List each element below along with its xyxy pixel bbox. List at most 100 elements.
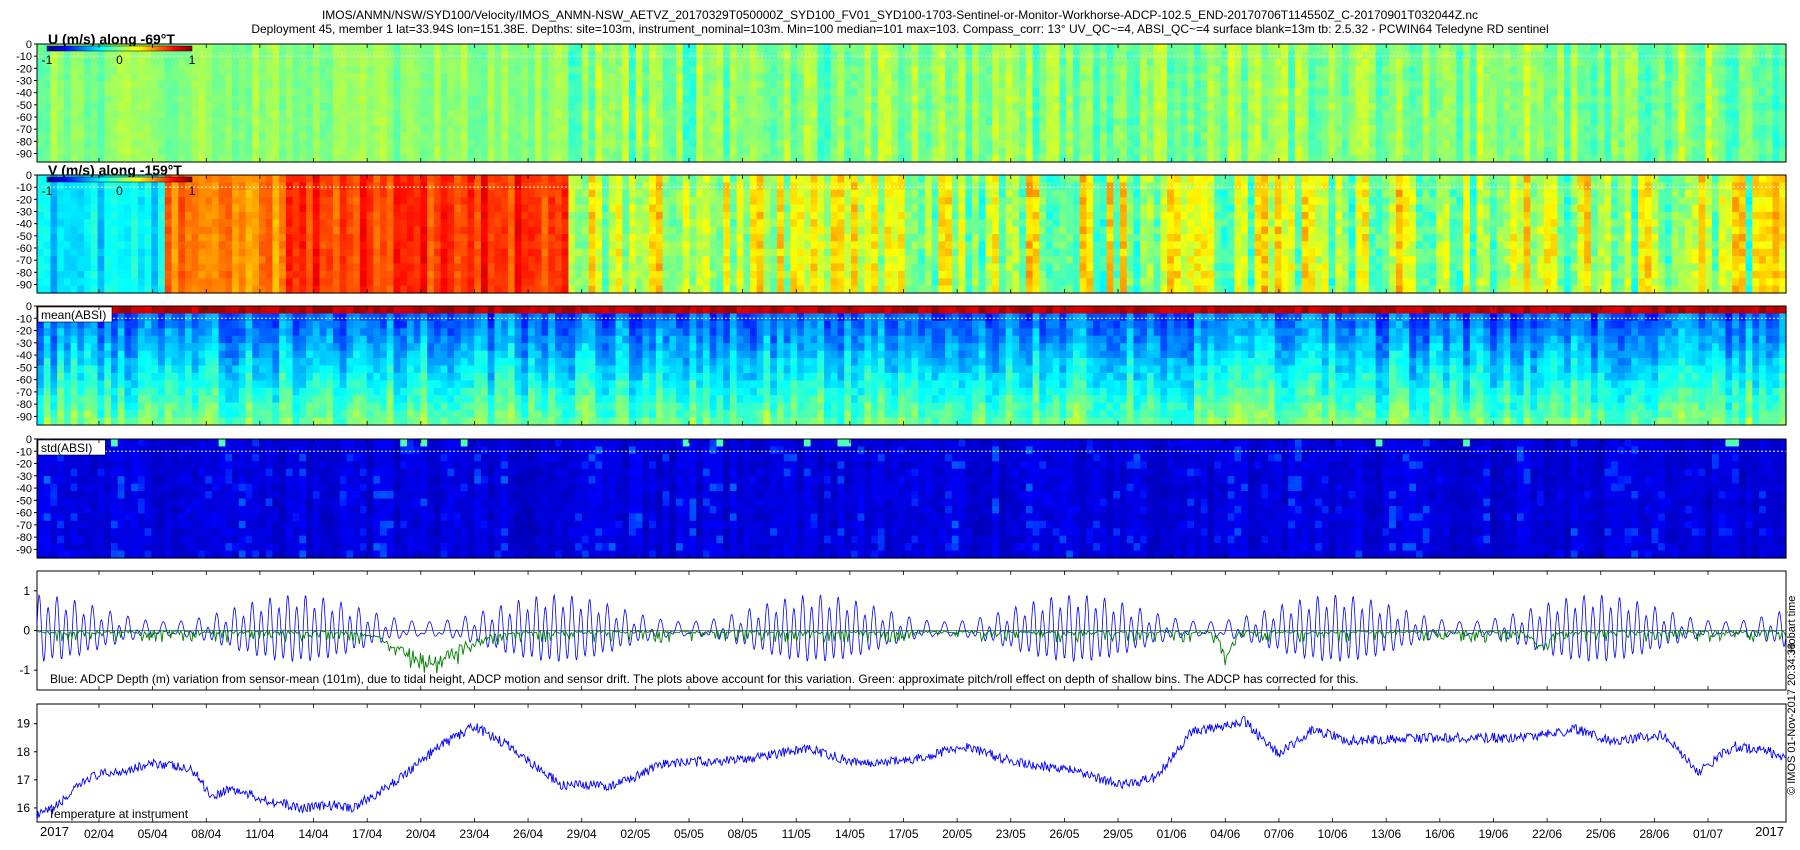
heat-cell [1705,51,1713,60]
heat-cell [326,175,334,183]
heat-cell [205,256,213,265]
heat-cell [63,125,72,134]
heat-cell [844,117,852,126]
heat-cell [1543,88,1552,97]
heat-cell [1254,147,1262,156]
heat-cell [998,88,1007,97]
heat-cell [1079,147,1087,156]
heat-cell [218,175,226,183]
heat-cell [1402,110,1410,119]
heat-cell [198,51,206,60]
heat-cell [50,117,58,126]
heat-cell [554,66,563,75]
heat-cell [1241,125,1249,134]
heat-cell [1254,132,1262,141]
heat-cell [911,110,919,119]
heat-cell [151,278,159,287]
heat-cell [837,51,845,60]
heat-cell [1523,103,1531,111]
heat-cell [884,80,892,89]
heat-cell [1523,66,1531,75]
heat-cell [467,139,475,148]
heat-cell [1685,110,1693,119]
heat-cell [299,241,307,250]
heat-cell [898,80,906,89]
heat-cell [380,147,388,156]
heat-cell [77,51,85,60]
heat-cell [104,182,112,191]
heat-cell [1611,80,1619,89]
heat-cell [1422,58,1431,67]
heat-cell [729,103,738,111]
heat-cell [1550,44,1558,52]
heat-cell [494,132,502,141]
heat-cell [1638,66,1646,75]
heat-cell [1577,139,1585,148]
heat-cell [265,211,274,220]
heat-cell [1133,44,1141,52]
heat-cell [622,58,630,67]
heat-cell [1099,110,1108,119]
heat-cell [649,132,657,141]
heat-cell [1214,117,1222,126]
heat-cell [380,80,388,89]
heat-cell [1516,95,1525,104]
heat-cell [1503,132,1511,141]
heat-cell [1093,110,1101,119]
heat-cell [1012,132,1020,141]
heat-cell [770,139,778,148]
heat-cell [1577,80,1585,89]
heat-cell [171,241,179,250]
heat-cell [184,204,193,213]
heat-cell [844,58,852,67]
heat-cell [716,66,724,75]
heat-cell [1072,80,1081,89]
heat-cell [1328,147,1336,156]
heat-cell [319,132,327,141]
heat-cell [1449,88,1457,97]
heat-cell [501,125,509,134]
heat-cell [1220,139,1229,148]
heat-cell [595,147,603,156]
heat-cell [258,110,267,119]
heat-cell [144,270,152,279]
heat-cell [1200,117,1209,126]
heat-cell [198,189,206,198]
heat-cell [541,132,549,141]
heat-cell [985,125,993,134]
heat-cell [191,204,200,213]
heat-cell [1557,58,1565,67]
heat-cell [824,147,832,156]
heat-cell [1523,125,1531,134]
heat-cell [1543,147,1552,156]
heat-cell [1140,66,1148,75]
heat-cell [158,263,166,272]
heat-cell [911,88,919,97]
heat-cell [1288,110,1296,119]
heat-cell [924,58,933,67]
heat-cell [1059,132,1067,141]
heat-cell [1429,103,1437,111]
heat-cell [1530,154,1538,163]
heat-cell [447,147,455,156]
heat-cell [225,204,233,213]
heat-cell [1402,139,1410,148]
heat-cell [561,95,570,104]
heat-cell [258,241,267,250]
heat-cell [776,139,785,148]
heat-cell [1456,147,1464,156]
heat-cell [924,125,933,134]
heat-cell [696,154,704,163]
heat-cell [1106,139,1114,148]
heat-cell [1173,80,1182,89]
heat-cell [1738,117,1747,126]
heat-cell [171,147,179,156]
heat-cell [1315,80,1323,89]
heat-cell [891,66,899,75]
heat-cell [184,263,193,272]
heat-cell [326,154,334,163]
heat-cell [265,103,274,111]
heat-cell [131,147,139,156]
heat-cell [541,139,549,148]
heat-cell [319,80,327,89]
